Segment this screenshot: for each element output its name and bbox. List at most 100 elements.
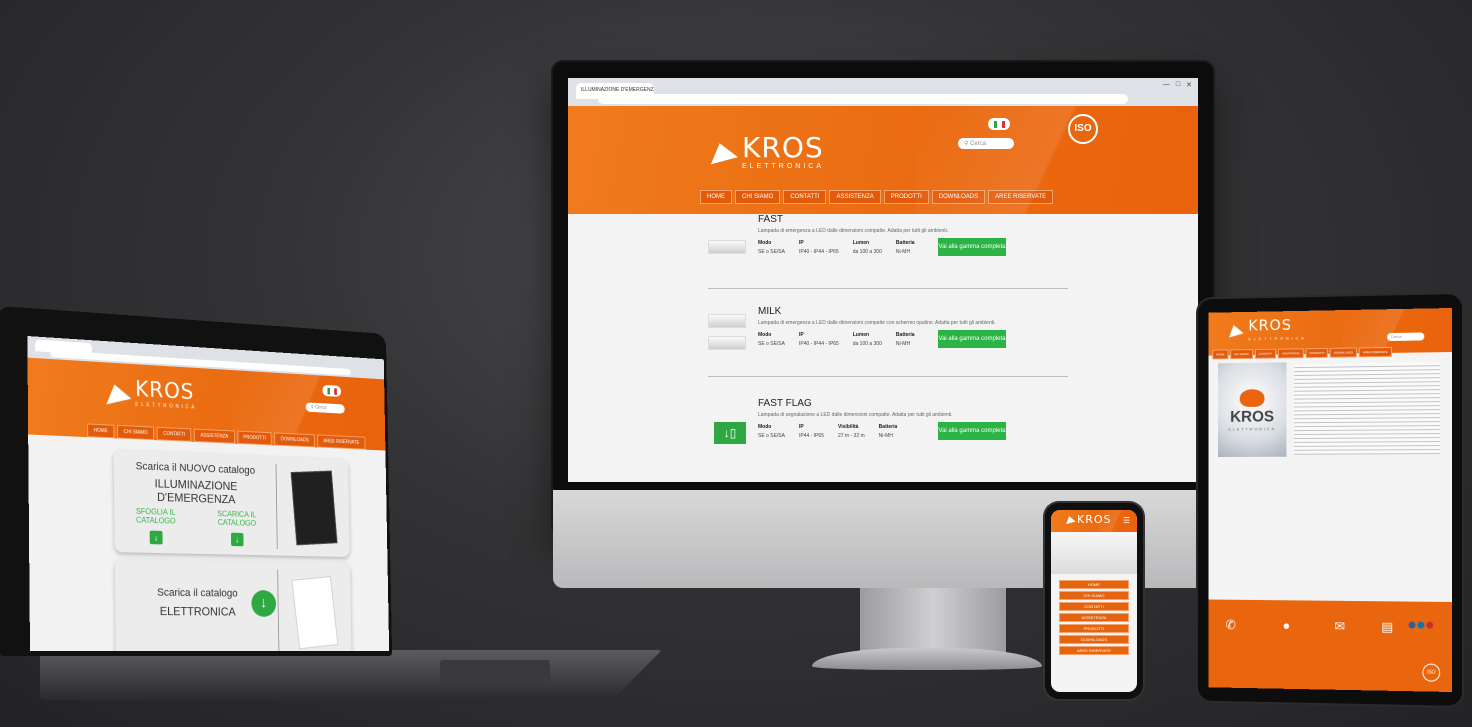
nav-downloads[interactable]: DOWNLOADS — [274, 432, 315, 448]
catalog-card-electronics: Scarica il catalogo ELETTRONICA ↓ — [114, 558, 352, 651]
mobile-menu-aree-riservate[interactable]: AREE RISERVATE — [1059, 646, 1129, 655]
hero-image — [1051, 532, 1137, 574]
dolphin-logo-icon — [1226, 322, 1244, 338]
nav-home[interactable]: HOME — [1212, 349, 1229, 360]
dolphin-logo-icon — [1239, 388, 1265, 407]
product-description: Lampada di emergenza a LED dalle dimensi… — [758, 228, 949, 234]
nav-downloads[interactable]: DOWNLOADS — [931, 190, 986, 204]
company-image: KROS ELETTRONICA — [1217, 362, 1287, 458]
imac-base — [812, 648, 1042, 670]
download-circle-icon[interactable]: ↓ — [251, 590, 277, 617]
divider — [708, 288, 1068, 289]
phone-icon[interactable]: ✆ — [1226, 617, 1236, 633]
search-icon: ⚲ — [964, 141, 969, 147]
mail-icon[interactable]: ✉ — [1335, 619, 1346, 635]
document-icon[interactable]: ▤ — [1381, 619, 1393, 635]
nav-aree-riservate[interactable]: AREE RISERVATE — [317, 434, 366, 450]
full-range-button[interactable]: Vai alla gamma completa — [938, 238, 1006, 256]
product-specs: Modo SE o SE/SA IP IP40 - IP44 - IP65 Lume… — [758, 332, 915, 347]
product-milk: MILK Lampada di emergenza a LED dalle di… — [708, 302, 1068, 392]
mobile-menu-assistenza[interactable]: ASSISTENZA — [1059, 613, 1129, 622]
language-flag-icon[interactable] — [988, 118, 1010, 130]
laptop-screen: KROS ELETTRONICA ⚲ Cerca HOME CHI SIAMO … — [27, 336, 390, 651]
language-flag-icon[interactable] — [322, 384, 342, 397]
close-icon[interactable]: ✕ — [1186, 81, 1192, 89]
mobile-menu-home[interactable]: HOME — [1059, 580, 1129, 589]
nav-contatti[interactable]: CONTATTI — [1254, 348, 1277, 359]
catalog-cover-image — [290, 470, 338, 546]
mobile-menu-downloads[interactable]: DOWNLOADS — [1059, 635, 1129, 644]
imac-screen: ILLUMINAZIONE D'EMERGENZA — □ ✕ KROS ELE… — [568, 78, 1198, 482]
site-header: KROS ELETTRONICA ⚲ Cerca ISO HOME CHI SI… — [568, 106, 1198, 214]
youtube-icon[interactable] — [1426, 621, 1434, 629]
nav-prodotti[interactable]: PRODOTTI — [237, 430, 273, 446]
nav-chi-siamo[interactable]: CHI SIAMO — [117, 424, 155, 441]
phone-screen: KROS ☰ HOME CHI SIAMO CONTATTI ASSISTENZ… — [1051, 510, 1137, 692]
nav-assistenza[interactable]: ASSISTENZA — [194, 428, 235, 444]
product-image — [708, 314, 746, 328]
divider — [275, 464, 278, 549]
product-image — [708, 336, 746, 350]
product-fast-flag: FAST FLAG Lampada di segnalazione a LED … — [708, 390, 1068, 480]
search-input[interactable]: ⚲ Cerca — [305, 402, 345, 414]
exit-sign-icon: ↓▯ — [714, 422, 746, 444]
laptop-trackpad — [440, 660, 550, 684]
product-title: MILK — [758, 306, 782, 317]
kros-logo[interactable]: KROS — [1064, 514, 1112, 525]
kros-logo[interactable]: KROS ELETTRONICA — [101, 378, 197, 411]
kros-logo[interactable]: KROS ELETTRONICA — [706, 134, 824, 170]
full-range-button[interactable]: Vai alla gamma completa — [938, 330, 1006, 348]
minimize-icon[interactable]: — — [1163, 81, 1170, 89]
catalog-card-emergency: Scarica il NUOVO catalogo ILLUMINAZIONE … — [113, 449, 350, 558]
hamburger-menu-icon[interactable]: ☰ — [1123, 516, 1130, 525]
nav-aree-riservate[interactable]: AREE RISERVATE — [1358, 346, 1392, 358]
nav-aree-riservate[interactable]: AREE RISERVATE — [988, 190, 1054, 204]
social-icons — [1408, 621, 1434, 629]
download-catalog-link[interactable]: SCARICA IL CATALOGO — [215, 509, 259, 527]
search-icon: ⚲ — [310, 404, 314, 411]
nav-home[interactable]: HOME — [87, 423, 115, 439]
facebook-icon[interactable] — [1408, 621, 1416, 629]
search-input[interactable]: Cerca — [1387, 332, 1425, 342]
nav-home[interactable]: HOME — [700, 190, 732, 204]
full-range-button[interactable]: Vai alla gamma completa — [938, 422, 1006, 440]
catalog-cover-image — [291, 576, 339, 650]
nav-contatti[interactable]: CONTATTI — [783, 190, 827, 204]
nav-chi-siamo[interactable]: CHI SIAMO — [735, 190, 781, 204]
location-pin-icon[interactable]: ● — [1283, 618, 1291, 633]
main-nav: HOME CHI SIAMO CONTATTI ASSISTENZA PRODO… — [1212, 346, 1392, 360]
product-description: Lampada di emergenza a LED dalle dimensi… — [758, 320, 996, 326]
search-input[interactable]: ⚲ Cerca — [958, 138, 1014, 149]
nav-downloads[interactable]: DOWNLOADS — [1330, 347, 1357, 358]
nav-assistenza[interactable]: ASSISTENZA — [1278, 348, 1304, 359]
nav-prodotti[interactable]: PRODOTTI — [1305, 347, 1329, 359]
dolphin-logo-icon — [101, 381, 132, 404]
laptop-base — [40, 650, 662, 700]
kros-logo[interactable]: KROS ELETTRONICA — [1226, 316, 1307, 342]
mobile-menu-chi-siamo[interactable]: CHI SIAMO — [1059, 591, 1129, 600]
main-nav: HOME CHI SIAMO CONTATTI ASSISTENZA PRODO… — [700, 190, 1054, 204]
download-icon[interactable]: ↓ — [149, 530, 163, 545]
imac-stand — [860, 588, 1006, 654]
nav-assistenza[interactable]: ASSISTENZA — [829, 190, 881, 204]
browser-toolbar: ILLUMINAZIONE D'EMERGENZA — □ ✕ — [568, 78, 1198, 106]
maximize-icon[interactable]: □ — [1176, 81, 1180, 89]
mobile-menu-contatti[interactable]: CONTATTI — [1059, 602, 1129, 611]
address-bar[interactable] — [598, 94, 1128, 104]
site-footer: ✆ ● ✉ ▤ ISO — [1208, 599, 1452, 692]
product-title: FAST FLAG — [758, 398, 812, 409]
nav-chi-siamo[interactable]: CHI SIAMO — [1230, 349, 1253, 360]
divider — [708, 376, 1068, 377]
dolphin-logo-icon — [1064, 514, 1076, 525]
tablet-screen: KROS ELETTRONICA Cerca HOME CHI SIAMO CO… — [1208, 308, 1452, 692]
dolphin-logo-icon — [706, 139, 738, 165]
product-description: Lampada di segnalazione a LED dalle dime… — [758, 412, 953, 418]
nav-prodotti[interactable]: PRODOTTI — [883, 190, 929, 204]
product-image — [708, 240, 746, 254]
about-text-block — [1294, 362, 1441, 455]
mobile-menu-prodotti[interactable]: PRODOTTI — [1059, 624, 1129, 633]
download-icon[interactable]: ↓ — [230, 532, 244, 547]
browse-catalog-link[interactable]: SFOGLIA IL CATALOGO — [133, 507, 179, 526]
nav-contatti[interactable]: CONTATTI — [156, 426, 192, 442]
linkedin-icon[interactable] — [1417, 621, 1425, 629]
